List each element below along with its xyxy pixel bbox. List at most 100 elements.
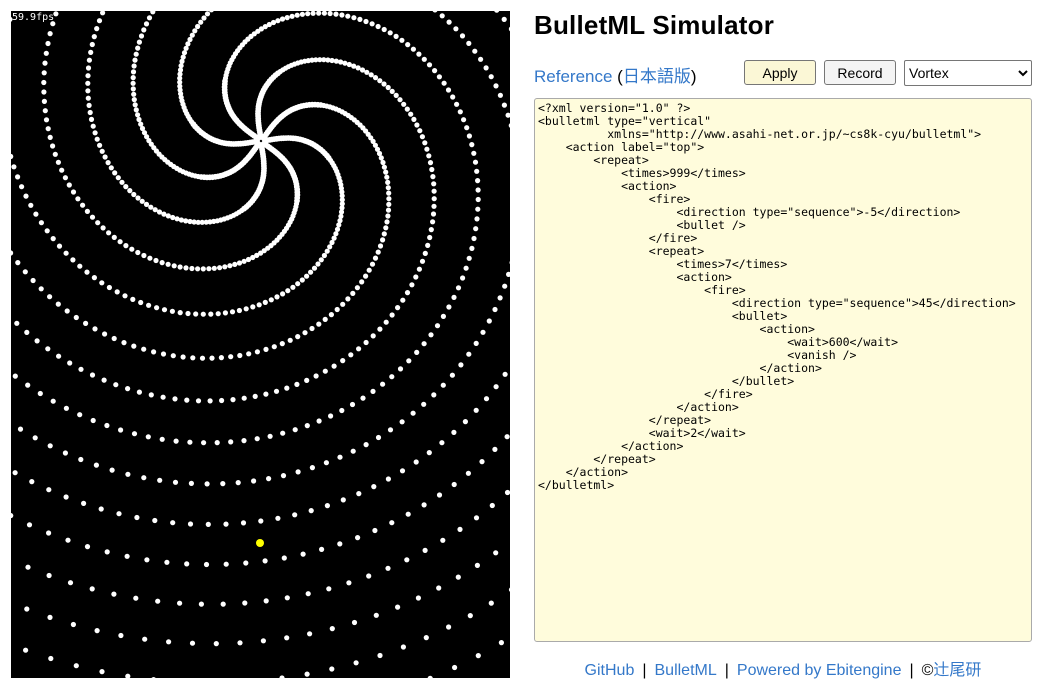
bullet — [55, 159, 62, 165]
bullet — [274, 294, 280, 300]
bullet — [450, 94, 456, 100]
bullet — [387, 30, 393, 36]
bullet — [178, 63, 184, 69]
bullet — [340, 497, 346, 503]
bullet — [329, 666, 335, 672]
japanese-reference-link[interactable]: 日本語版 — [623, 67, 691, 86]
bullet — [90, 417, 96, 424]
bullet — [125, 471, 131, 477]
bullet — [319, 546, 325, 553]
bullet — [375, 23, 381, 30]
bullet — [160, 351, 167, 357]
bullet — [85, 73, 91, 79]
bullet — [200, 311, 206, 317]
bullet — [389, 374, 395, 380]
bullet — [463, 265, 469, 271]
bullet — [85, 80, 91, 86]
game-canvas[interactable]: 59.9fps — [11, 11, 510, 678]
bullet — [509, 261, 510, 265]
ebitengine-link[interactable]: Powered by Ebitengine — [737, 662, 902, 679]
bullet — [118, 632, 124, 639]
bullet — [372, 255, 379, 261]
reference-link[interactable]: Reference — [534, 67, 612, 86]
bullet — [315, 261, 321, 267]
bullet — [84, 208, 90, 214]
bullet — [125, 386, 131, 392]
bullet — [439, 13, 445, 19]
bullet — [366, 573, 372, 579]
bullet — [127, 188, 133, 194]
bullet — [369, 21, 375, 27]
bullet — [84, 269, 90, 275]
bullet — [292, 512, 298, 518]
bullet — [25, 564, 31, 570]
bullet — [148, 204, 154, 210]
bullet — [263, 391, 269, 397]
bullet — [281, 555, 287, 561]
bullet — [464, 125, 470, 131]
bullet — [452, 664, 458, 671]
github-link[interactable]: GitHub — [585, 662, 635, 679]
bullet — [131, 343, 137, 349]
bullet — [383, 225, 389, 231]
bullet — [385, 179, 391, 185]
bullet — [351, 619, 358, 626]
bullet — [11, 250, 14, 256]
bullet — [305, 11, 311, 17]
bullet — [111, 234, 117, 240]
bullet — [41, 79, 47, 86]
bullet — [410, 46, 416, 52]
bullet — [200, 266, 206, 272]
bullet — [63, 250, 69, 256]
bullet — [378, 155, 384, 161]
bullet — [400, 644, 406, 650]
bullet — [222, 264, 228, 270]
bullet — [46, 530, 52, 536]
preset-select[interactable]: Vortex — [904, 60, 1032, 86]
bullet — [187, 521, 194, 527]
record-button[interactable]: Record — [824, 60, 896, 85]
bullet — [117, 239, 123, 245]
bullet — [380, 237, 386, 243]
xml-editor[interactable]: <?xml version="1.0" ?> <bulletml type="v… — [534, 98, 1032, 642]
bullet — [169, 308, 175, 314]
bullet — [67, 360, 73, 366]
bullet — [311, 265, 318, 271]
bullet — [475, 196, 481, 203]
bullet — [232, 261, 238, 267]
bullet — [206, 266, 212, 272]
apply-button[interactable]: Apply — [744, 60, 816, 85]
bullet — [256, 302, 262, 308]
bullet — [299, 11, 305, 17]
bullet — [173, 438, 179, 444]
bullet — [279, 675, 285, 678]
bullet — [474, 216, 480, 222]
bullet — [430, 219, 436, 225]
bullet — [188, 480, 194, 486]
bullet — [91, 34, 97, 40]
bulletml-link[interactable]: BulletML — [655, 662, 717, 679]
bullet — [88, 49, 94, 56]
bullet — [193, 311, 199, 317]
bullet — [313, 373, 319, 379]
bullet — [417, 128, 423, 134]
bullet — [460, 275, 466, 281]
bullet — [73, 314, 79, 321]
bullet — [410, 410, 416, 416]
bullet — [328, 312, 334, 318]
bullet — [17, 426, 24, 432]
bullet — [130, 69, 137, 75]
bullet — [174, 216, 180, 222]
bullet — [267, 433, 273, 439]
bullet — [203, 561, 210, 568]
author-link[interactable]: 辻尾研 — [933, 662, 981, 679]
bullet — [38, 220, 44, 226]
bullet — [85, 88, 91, 94]
bullet — [148, 392, 154, 398]
bullet — [116, 511, 122, 517]
bullet — [364, 69, 370, 75]
bullet — [466, 255, 472, 261]
bullet — [461, 117, 467, 123]
bullet — [184, 397, 190, 403]
bullet — [28, 202, 34, 208]
